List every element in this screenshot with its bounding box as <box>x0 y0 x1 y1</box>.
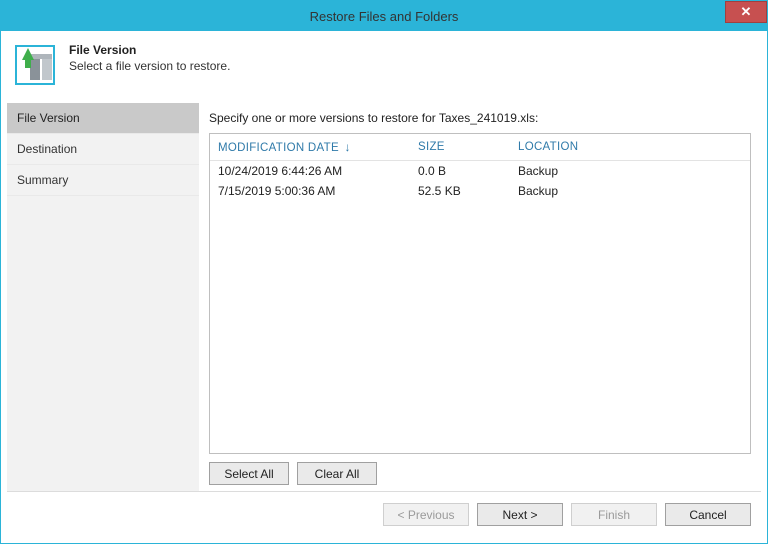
wizard-steps: File Version Destination Summary <box>7 103 199 491</box>
table-row[interactable]: 10/24/2019 6:44:26 AM 0.0 B Backup <box>210 161 750 182</box>
cell-date: 7/15/2019 5:00:36 AM <box>210 181 410 201</box>
versions-table: MODIFICATION DATE ↓ SIZE LOCATION <box>210 134 750 201</box>
step-label: Summary <box>17 173 68 187</box>
instruction-text: Specify one or more versions to restore … <box>209 109 751 125</box>
cell-location: Backup <box>510 181 750 201</box>
wizard-footer: < Previous Next > Finish Cancel <box>7 491 761 537</box>
column-header-size[interactable]: SIZE <box>410 134 510 161</box>
table-row[interactable]: 7/15/2019 5:00:36 AM 52.5 KB Backup <box>210 181 750 201</box>
next-button[interactable]: Next > <box>477 503 563 526</box>
column-header-modification-date[interactable]: MODIFICATION DATE ↓ <box>210 134 410 161</box>
column-label: LOCATION <box>518 141 578 153</box>
versions-table-container[interactable]: MODIFICATION DATE ↓ SIZE LOCATION <box>209 133 751 454</box>
step-label: File Version <box>17 111 80 125</box>
content-pane: Specify one or more versions to restore … <box>199 103 761 491</box>
cell-location: Backup <box>510 161 750 182</box>
column-label: SIZE <box>418 141 445 153</box>
close-icon: ✕ <box>741 4 752 20</box>
step-label: Destination <box>17 142 77 156</box>
header-section: File Version Select a file version to re… <box>7 37 761 103</box>
header-texts: File Version Select a file version to re… <box>69 41 230 73</box>
clear-all-button[interactable]: Clear All <box>297 462 377 485</box>
sort-descending-icon: ↓ <box>344 140 350 154</box>
dialog-window: Restore Files and Folders ✕ File Version… <box>0 0 768 544</box>
cancel-button[interactable]: Cancel <box>665 503 751 526</box>
selection-buttons: Select All Clear All <box>209 462 751 485</box>
step-file-version[interactable]: File Version <box>7 103 199 134</box>
cell-size: 52.5 KB <box>410 181 510 201</box>
title-bar-text: Restore Files and Folders <box>1 9 767 24</box>
previous-button: < Previous <box>383 503 469 526</box>
cell-date: 10/24/2019 6:44:26 AM <box>210 161 410 182</box>
finish-button: Finish <box>571 503 657 526</box>
select-all-button[interactable]: Select All <box>209 462 289 485</box>
close-button[interactable]: ✕ <box>725 1 767 23</box>
table-header-row: MODIFICATION DATE ↓ SIZE LOCATION <box>210 134 750 161</box>
title-bar[interactable]: Restore Files and Folders ✕ <box>1 1 767 31</box>
restore-version-icon <box>11 41 59 89</box>
step-destination[interactable]: Destination <box>7 134 199 165</box>
column-header-location[interactable]: LOCATION <box>510 134 750 161</box>
page-subtitle: Select a file version to restore. <box>69 59 230 73</box>
column-label: MODIFICATION DATE <box>218 142 339 154</box>
step-summary[interactable]: Summary <box>7 165 199 196</box>
wizard-body: File Version Destination Summary Specify… <box>7 103 761 491</box>
cell-size: 0.0 B <box>410 161 510 182</box>
page-title: File Version <box>69 43 230 57</box>
dialog-body: File Version Select a file version to re… <box>1 31 767 543</box>
